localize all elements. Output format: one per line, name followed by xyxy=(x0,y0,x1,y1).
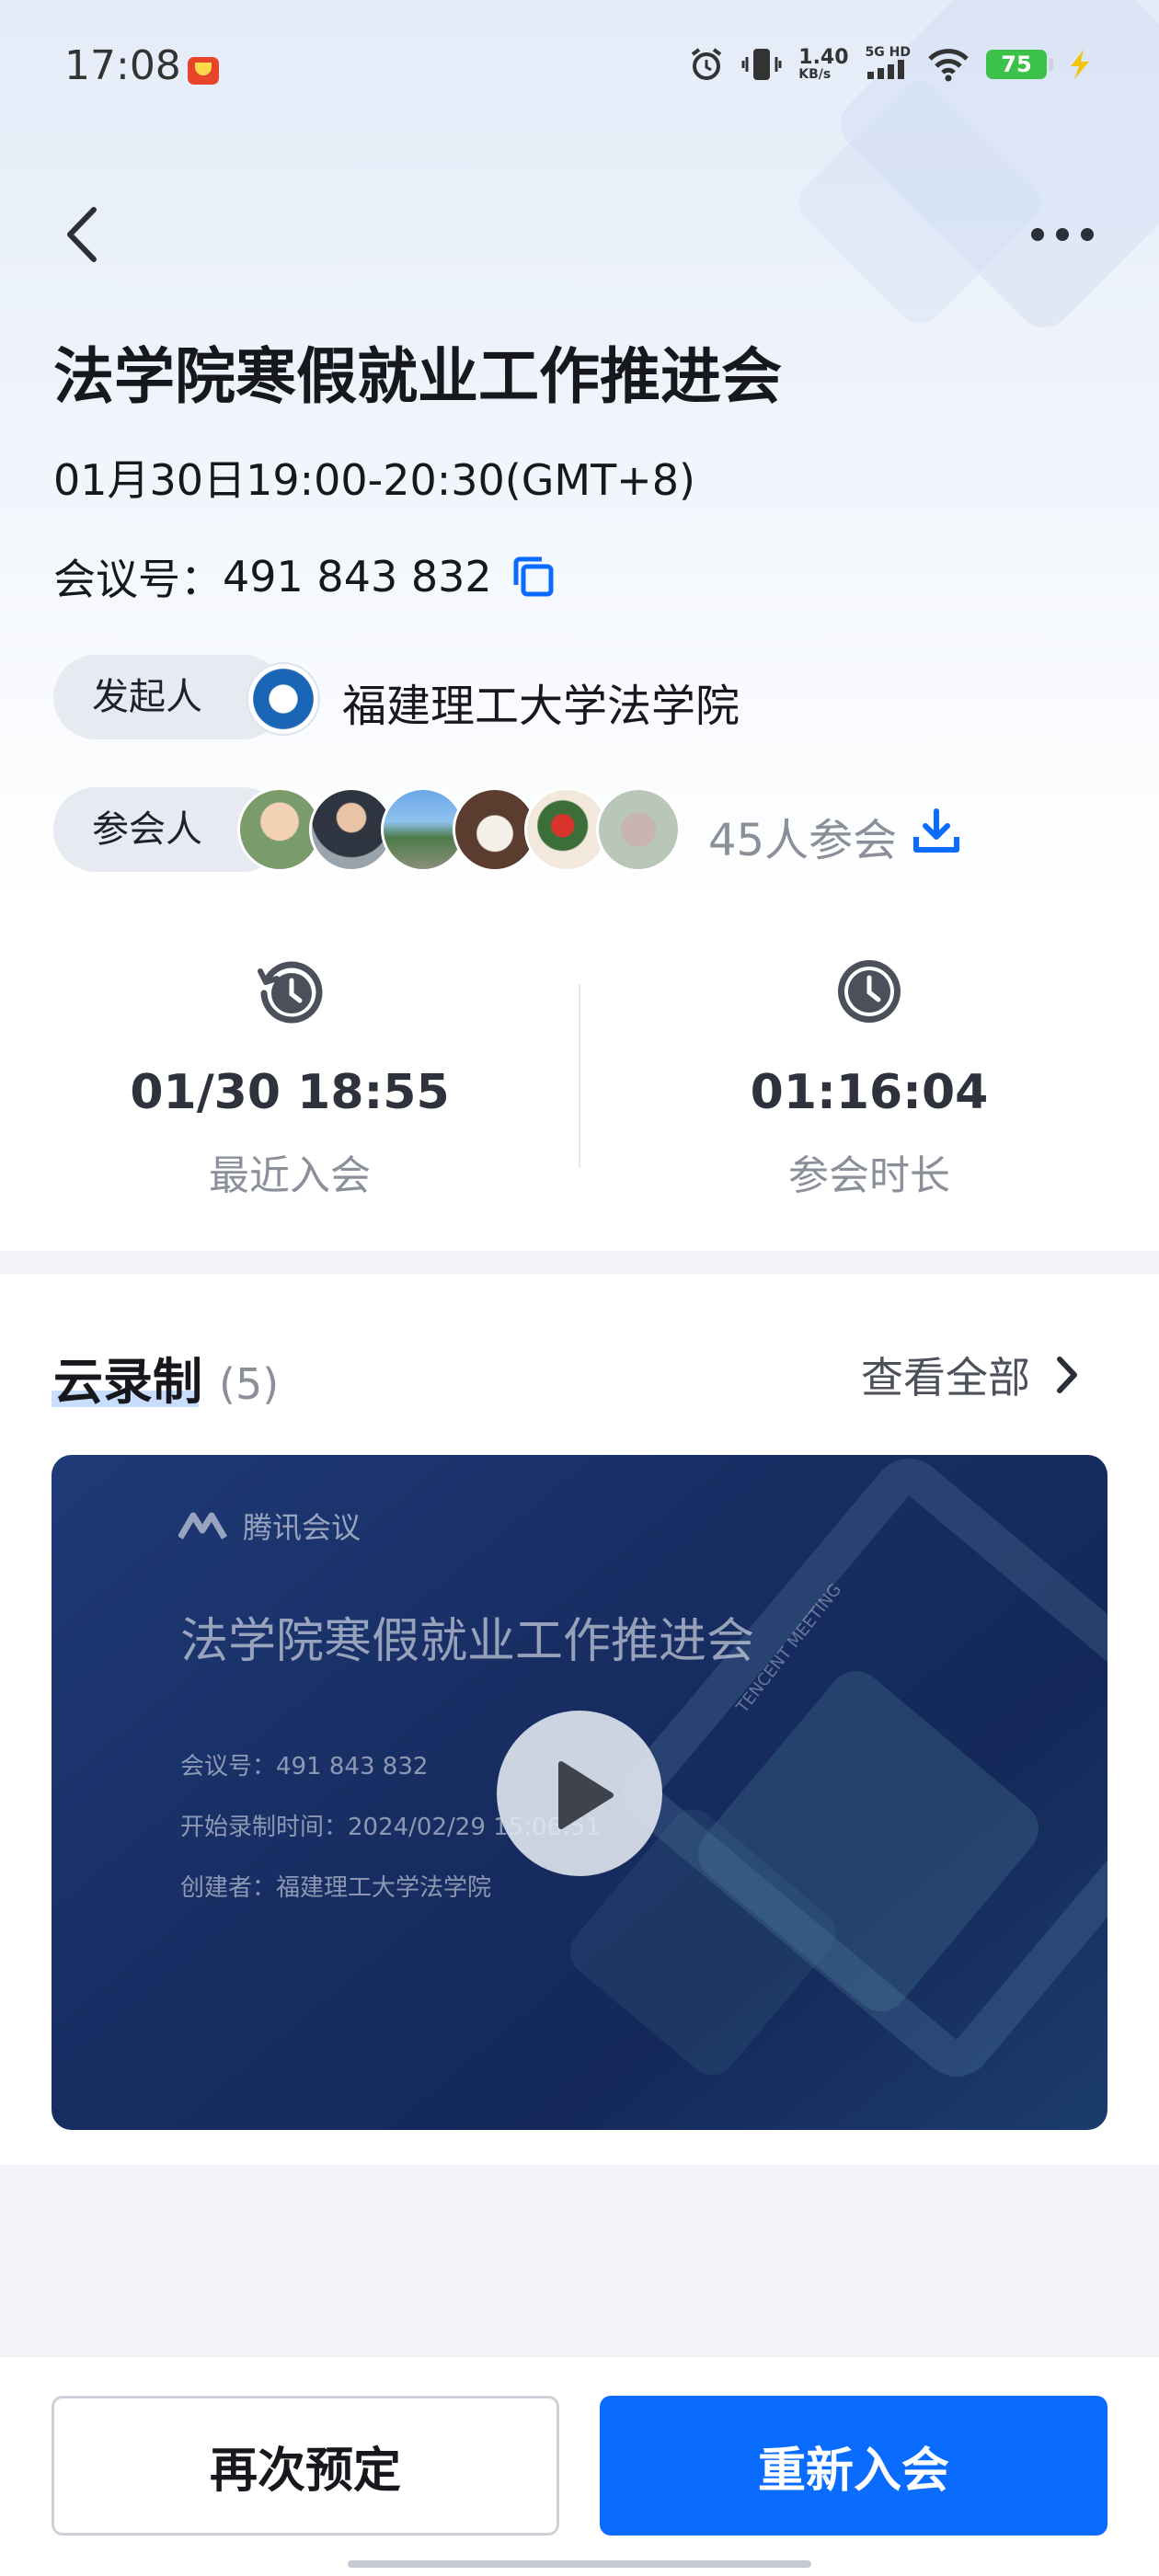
tencent-meeting-logo xyxy=(178,1512,228,1540)
tencent-meeting-brand: 腾讯会议 xyxy=(178,1505,361,1547)
recording-count: (5) xyxy=(219,1359,280,1409)
meeting-id-label: 会议号： xyxy=(53,555,223,604)
copy-icon[interactable] xyxy=(509,552,558,601)
bottom-action-bar: 再次预定 重新入会 xyxy=(0,2356,1159,2576)
battery-icon: 75 xyxy=(986,50,1053,79)
network-label: 5G HD xyxy=(865,45,911,60)
video-creator: 创建者：福建理工大学法学院 xyxy=(180,1874,492,1902)
wifi-icon xyxy=(928,49,969,82)
cloud-recording-title: 云录制 (5) xyxy=(53,1341,279,1414)
clock-icon xyxy=(838,960,901,1023)
history-clock-icon xyxy=(258,961,323,1024)
chevron-right-icon xyxy=(1057,1357,1077,1393)
stats-divider xyxy=(579,984,580,1168)
signal-icon xyxy=(866,60,904,79)
recording-video-card[interactable]: 腾讯会议 法学院寒假就业工作推进会 会议号：491 843 832 开始录制时间… xyxy=(52,1455,1107,2130)
status-bar: 17:08 1.40 KB/s 5G HD 75 xyxy=(0,0,1159,138)
more-options-button[interactable] xyxy=(1021,212,1104,258)
view-all-label: 查看全部 xyxy=(861,1353,1030,1402)
video-title: 法学院寒假就业工作推进会 xyxy=(180,1614,755,1669)
recent-join-value: 01/30 18:55 xyxy=(130,1065,450,1120)
cloud-recording-section: 云录制 (5) 查看全部 腾讯会议 法学院寒假就业工作推进会 会议号：491 84… xyxy=(0,1275,1159,2165)
organizer-logo xyxy=(247,662,320,736)
meeting-time-range: 01月30日19:00-20:30(GMT+8) xyxy=(53,455,695,505)
play-icon xyxy=(558,1761,614,1829)
rebook-button[interactable]: 再次预定 xyxy=(52,2396,559,2536)
participant-avatars xyxy=(237,787,681,872)
participant-count: 45人参会 xyxy=(708,815,898,866)
download-icon[interactable] xyxy=(911,806,962,857)
notification-app-icon xyxy=(188,57,219,85)
meeting-id-row: 会议号： 491 843 832 xyxy=(53,546,558,607)
participants-row[interactable]: 参会人 45人参会 xyxy=(53,787,1111,872)
status-time: 17:08 xyxy=(64,42,181,89)
meeting-id-value: 491 843 832 xyxy=(223,552,492,601)
recent-join-stat: 01/30 18:55 最近入会 xyxy=(60,955,520,1201)
organizer-name: 福建理工大学法学院 xyxy=(342,681,740,732)
net-speed: 1.40 KB/s xyxy=(798,46,849,82)
video-meeting-id: 会议号：491 843 832 xyxy=(180,1753,429,1780)
brand-name: 腾讯会议 xyxy=(243,1510,361,1545)
meeting-title: 法学院寒假就业工作推进会 xyxy=(53,341,782,412)
duration-value: 01:16:04 xyxy=(750,1065,989,1120)
meeting-stats: 01/30 18:55 最近入会 01:16:04 参会时长 xyxy=(0,901,1159,1251)
avatar xyxy=(596,787,681,872)
view-all-link[interactable]: 查看全部 xyxy=(861,1345,1085,1405)
cloud-recording-label: 云录制 xyxy=(53,1353,202,1411)
play-button[interactable] xyxy=(497,1711,662,1876)
charging-icon xyxy=(1071,50,1089,79)
duration-stat: 01:16:04 参会时长 xyxy=(639,955,1099,1201)
signal-indicator: 5G HD xyxy=(866,46,911,83)
status-icons: 1.40 KB/s 5G HD 75 xyxy=(688,46,1095,83)
rejoin-button[interactable]: 重新入会 xyxy=(600,2396,1107,2536)
back-button[interactable] xyxy=(55,202,110,267)
vibrate-icon xyxy=(741,49,782,80)
duration-label: 参会时长 xyxy=(788,1152,950,1199)
home-indicator[interactable] xyxy=(348,2560,811,2568)
recent-join-label: 最近入会 xyxy=(209,1152,371,1199)
alarm-icon xyxy=(692,48,722,80)
